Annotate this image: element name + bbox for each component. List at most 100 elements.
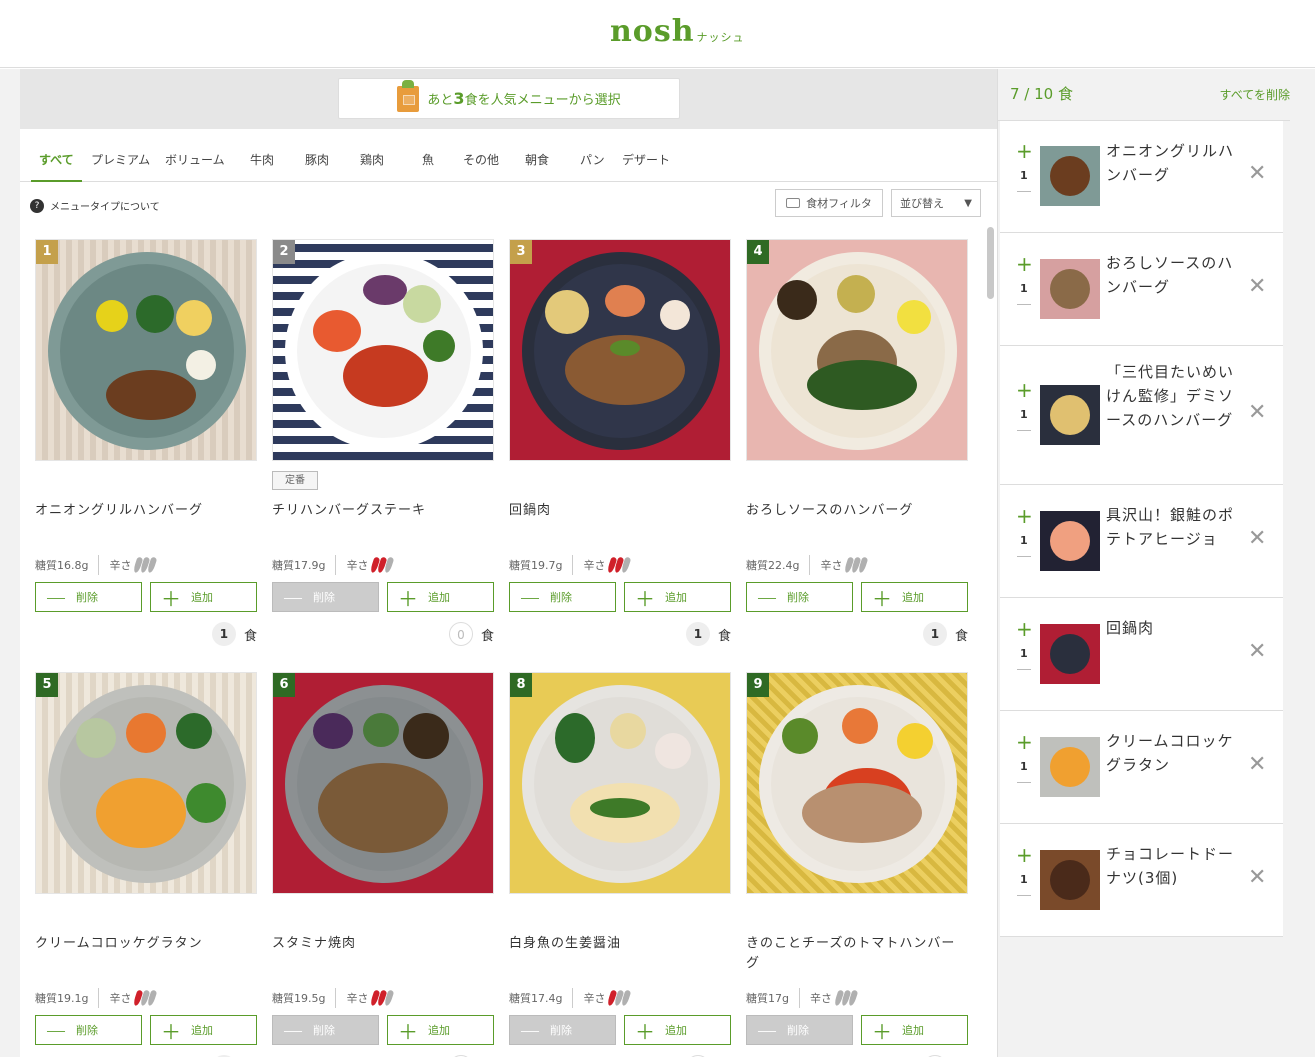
cart-item: + 1 「三代目たいめいけん監修」デミソースのハンバーグ ✕ bbox=[1000, 346, 1283, 485]
minus-icon: — bbox=[520, 585, 540, 609]
food-item bbox=[842, 708, 878, 744]
tab-pork[interactable]: 豚肉 bbox=[305, 151, 329, 168]
scrollbar[interactable] bbox=[987, 227, 994, 299]
tab-volume[interactable]: ボリューム bbox=[165, 151, 225, 168]
sort-select[interactable]: 並び替え ▼ bbox=[891, 189, 981, 217]
product-card[interactable]: 2 定番 チリハンバーグステーキ 糖質17.9g 辛さ — 削除 ＋追加 0 食 bbox=[272, 239, 494, 659]
clear-all-button[interactable]: すべてを削除 bbox=[1220, 86, 1290, 103]
add-button[interactable]: ＋追加 bbox=[624, 582, 731, 612]
product-photo[interactable]: 6 bbox=[272, 672, 494, 894]
cart-minus-icon[interactable] bbox=[1017, 303, 1031, 305]
add-button[interactable]: ＋追加 bbox=[624, 1015, 731, 1045]
product-card[interactable]: 8 白身魚の生姜醤油 糖質17.4g 辛さ —削除 ＋追加 0 食 bbox=[509, 672, 731, 1057]
remove-icon[interactable]: ✕ bbox=[1248, 865, 1266, 890]
product-name[interactable]: おろしソースのハンバーグ bbox=[746, 501, 968, 521]
remove-icon[interactable]: ✕ bbox=[1248, 161, 1266, 186]
product-photo[interactable]: 2 bbox=[272, 239, 494, 461]
tab-premium[interactable]: プレミアム bbox=[91, 151, 150, 168]
product-photo[interactable]: 3 bbox=[509, 239, 731, 461]
cart-minus-icon[interactable] bbox=[1017, 668, 1031, 670]
food-item bbox=[126, 713, 166, 753]
product-card[interactable]: 4 おろしソースのハンバーグ 糖質22.4g 辛さ — 削除 ＋追加 1 食 bbox=[746, 239, 968, 659]
cart-item-name: オニオングリルハンバーグ bbox=[1106, 142, 1235, 184]
product-card[interactable]: 5 クリームコロッケグラタン 糖質19.1g 辛さ —削除 ＋追加 1 食 bbox=[35, 672, 257, 1057]
add-button[interactable]: ＋追加 bbox=[150, 1015, 257, 1045]
remove-icon[interactable]: ✕ bbox=[1248, 526, 1266, 551]
product-photo[interactable]: 4 bbox=[746, 239, 968, 461]
delete-button[interactable]: — 削除 bbox=[35, 1015, 142, 1045]
tab-other[interactable]: その他 bbox=[463, 151, 499, 168]
cart-minus-icon[interactable] bbox=[1017, 894, 1031, 896]
food-item bbox=[343, 345, 428, 407]
delete-button[interactable]: — 削除 bbox=[509, 1015, 616, 1045]
delete-button[interactable]: — 削除 bbox=[272, 1015, 379, 1045]
product-card[interactable]: 1 オニオングリルハンバーグ 糖質16.8g 辛さ — 削除 ＋追加 1 食 bbox=[35, 239, 257, 659]
cart-plus-icon[interactable]: + bbox=[1016, 845, 1033, 865]
site-header: nosh ナッシュ bbox=[0, 0, 1315, 68]
product-photo[interactable]: 9 bbox=[746, 672, 968, 894]
product-card[interactable]: 6 スタミナ焼肉 糖質19.5g 辛さ —削除 ＋追加 0 食 bbox=[272, 672, 494, 1057]
product-name[interactable]: スタミナ焼肉 bbox=[272, 934, 494, 954]
cart-minus-icon[interactable] bbox=[1017, 781, 1031, 783]
cart-item-qty: 1 bbox=[1020, 533, 1028, 547]
cart-minus-icon[interactable] bbox=[1017, 191, 1031, 192]
remove-icon[interactable]: ✕ bbox=[1248, 752, 1266, 777]
remove-icon[interactable]: ✕ bbox=[1248, 639, 1266, 664]
cart-plus-icon[interactable]: + bbox=[1016, 380, 1033, 400]
add-button[interactable]: ＋追加 bbox=[387, 582, 494, 612]
spice-level bbox=[370, 989, 395, 1007]
quantity-display: 0 食 bbox=[448, 622, 494, 646]
cart-plus-icon[interactable]: + bbox=[1016, 506, 1033, 526]
cart-plus-icon[interactable]: + bbox=[1016, 619, 1033, 639]
menu-type-help-link[interactable]: ? メニュータイプについて bbox=[30, 198, 160, 213]
product-name[interactable]: チリハンバーグステーキ bbox=[272, 501, 494, 521]
product-photo[interactable]: 1 bbox=[35, 239, 257, 461]
add-button[interactable]: ＋追加 bbox=[387, 1015, 494, 1045]
cart-item: + 1 具沢山！銀鮭のポテトアヒージョ ✕ bbox=[1000, 485, 1283, 598]
tab-bread[interactable]: パン bbox=[580, 151, 605, 168]
product-name[interactable]: 白身魚の生姜醤油 bbox=[509, 934, 731, 954]
tab-beef[interactable]: 牛肉 bbox=[250, 151, 274, 168]
delete-button[interactable]: — 削除 bbox=[746, 1015, 853, 1045]
add-button[interactable]: ＋追加 bbox=[861, 1015, 968, 1045]
cart-item-thumbnail bbox=[1040, 146, 1100, 206]
product-photo[interactable]: 8 bbox=[509, 672, 731, 894]
plus-icon: ＋ bbox=[872, 1019, 892, 1044]
product-name[interactable]: クリームコロッケグラタン bbox=[35, 934, 257, 954]
product-photo[interactable]: 5 bbox=[35, 672, 257, 894]
spice-level bbox=[833, 989, 859, 1007]
tab-dessert[interactable]: デザート bbox=[622, 151, 670, 168]
spice-label: 辛さ bbox=[809, 992, 832, 1005]
product-card[interactable]: 9 きのことチーズのトマトハンバーグ 糖質17g 辛さ —削除 ＋追加 0 食 bbox=[746, 672, 968, 1057]
cart-minus-icon[interactable] bbox=[1017, 429, 1031, 431]
tab-chicken[interactable]: 鶏肉 bbox=[360, 151, 384, 168]
cart-plus-icon[interactable]: + bbox=[1016, 254, 1033, 274]
product-meta: 糖質17g 辛さ bbox=[746, 988, 859, 1008]
nosh-logo[interactable]: nosh ナッシュ bbox=[610, 14, 745, 49]
remove-icon[interactable]: ✕ bbox=[1248, 274, 1266, 299]
remove-icon[interactable]: ✕ bbox=[1248, 400, 1266, 425]
delete-button[interactable]: — 削除 bbox=[35, 582, 142, 612]
cart-plus-icon[interactable]: + bbox=[1016, 732, 1033, 752]
tab-all[interactable]: すべて bbox=[31, 151, 82, 182]
carb-value: 糖質16.8g bbox=[35, 559, 89, 572]
cart-minus-icon[interactable] bbox=[1017, 555, 1031, 557]
tab-breakfast[interactable]: 朝食 bbox=[525, 151, 549, 168]
product-name[interactable]: 回鍋肉 bbox=[509, 501, 731, 521]
add-button[interactable]: ＋追加 bbox=[861, 582, 968, 612]
add-button[interactable]: ＋追加 bbox=[150, 582, 257, 612]
recommend-button[interactable]: あと3食を人気メニューから選択 bbox=[338, 78, 680, 119]
product-name[interactable]: オニオングリルハンバーグ bbox=[35, 501, 257, 521]
cart-item-name: 回鍋肉 bbox=[1106, 619, 1155, 637]
delete-button[interactable]: — 削除 bbox=[746, 582, 853, 612]
cart-item-thumbnail bbox=[1040, 623, 1100, 684]
ingredient-filter-button[interactable]: 食材フィルタ bbox=[775, 189, 883, 217]
delete-button[interactable]: — 削除 bbox=[509, 582, 616, 612]
delete-button[interactable]: — 削除 bbox=[272, 582, 379, 612]
bag-icon bbox=[397, 79, 420, 112]
tab-fish[interactable]: 魚 bbox=[422, 151, 434, 168]
cart-plus-icon[interactable]: + bbox=[1016, 141, 1033, 161]
product-name[interactable]: きのことチーズのトマトハンバーグ bbox=[746, 934, 968, 974]
product-card[interactable]: 3 回鍋肉 糖質19.7g 辛さ — 削除 ＋追加 1 食 bbox=[509, 239, 731, 659]
carb-value: 糖質22.4g bbox=[746, 559, 800, 572]
